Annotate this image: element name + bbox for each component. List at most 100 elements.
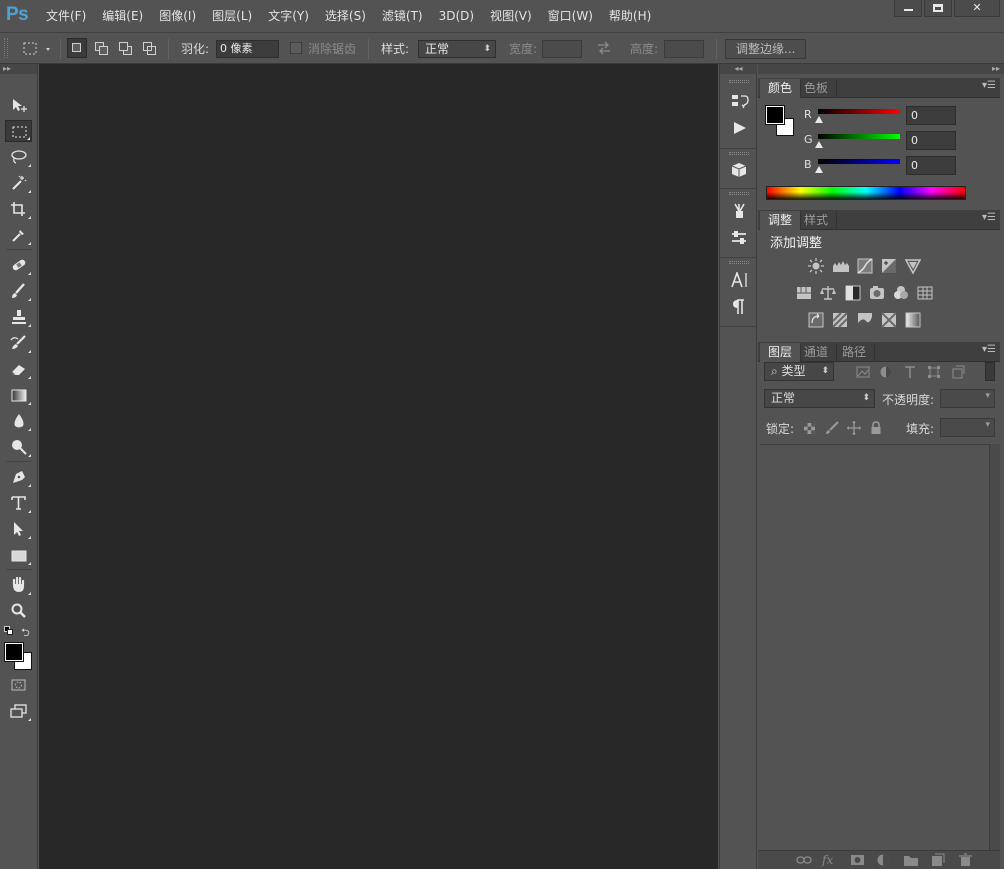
dock-grip[interactable]	[729, 192, 749, 195]
brush-tool[interactable]	[5, 280, 32, 302]
lock-image-pixels-icon[interactable]	[825, 421, 839, 435]
dodge-tool[interactable]	[5, 436, 32, 458]
tab-color[interactable]: 颜色	[760, 79, 802, 98]
tab-adjustments[interactable]: 调整	[760, 211, 802, 230]
r-slider-thumb[interactable]	[815, 116, 823, 123]
maximize-button[interactable]	[924, 0, 952, 17]
dock-collapse-strip[interactable]: ◂◂	[720, 64, 757, 74]
brush-presets-button[interactable]	[726, 199, 752, 223]
dock-grip[interactable]	[729, 80, 749, 83]
smart-object-filter-icon[interactable]	[951, 365, 965, 379]
rectangle-tool[interactable]	[5, 544, 32, 566]
antialias-checkbox[interactable]	[290, 42, 302, 54]
height-input[interactable]	[664, 40, 704, 58]
opacity-input[interactable]: ▾	[940, 389, 995, 408]
menu-layer[interactable]: 图层(L)	[206, 8, 258, 24]
color-panel-foreground-swatch[interactable]	[765, 105, 785, 125]
quick-selection-tool[interactable]	[5, 172, 32, 194]
document-workspace[interactable]	[39, 64, 718, 869]
swap-dimensions-button[interactable]	[596, 41, 612, 58]
zoom-tool[interactable]	[5, 600, 32, 622]
screen-mode-button[interactable]	[5, 700, 32, 722]
subtract-selection-button[interactable]	[115, 38, 135, 58]
new-group-folder-icon[interactable]	[903, 853, 919, 867]
dock-grip[interactable]	[729, 261, 749, 264]
tab-styles[interactable]: 样式	[796, 211, 838, 230]
g-slider[interactable]	[818, 134, 900, 139]
r-slider[interactable]	[818, 109, 900, 114]
width-input[interactable]	[542, 40, 582, 58]
blend-mode-select[interactable]: 正常 ⬍	[764, 389, 875, 408]
3d-panel-button[interactable]	[726, 158, 752, 182]
exposure-icon[interactable]	[880, 258, 898, 274]
lasso-tool[interactable]	[5, 146, 32, 168]
type-tool[interactable]	[5, 492, 32, 514]
options-bar-grip[interactable]	[4, 38, 8, 58]
tab-layers[interactable]: 图层	[760, 343, 802, 362]
levels-icon[interactable]	[831, 258, 849, 274]
fill-input[interactable]: ▾	[940, 418, 995, 437]
history-panel-button[interactable]	[726, 89, 752, 113]
g-slider-thumb[interactable]	[815, 141, 823, 148]
history-brush-tool[interactable]	[5, 332, 32, 354]
panel-menu-icon[interactable]: ▾☰	[982, 80, 996, 91]
lock-transparent-pixels-icon[interactable]	[803, 422, 817, 436]
fx-layer-style-icon[interactable]: fx	[822, 853, 838, 867]
refine-edge-button[interactable]: 调整边缘...	[725, 39, 807, 59]
g-value-input[interactable]: 0	[906, 131, 956, 150]
b-slider-thumb[interactable]	[815, 166, 823, 173]
color-balance-icon[interactable]	[819, 285, 837, 301]
path-selection-tool[interactable]	[5, 518, 32, 540]
marquee-tool[interactable]	[5, 120, 32, 142]
posterize-icon[interactable]	[831, 312, 849, 328]
layers-list[interactable]	[760, 444, 989, 850]
quick-mask-button[interactable]	[5, 674, 32, 696]
vibrance-icon[interactable]	[904, 258, 922, 274]
paragraph-panel-button[interactable]	[726, 295, 752, 319]
b-slider[interactable]	[818, 159, 900, 164]
gradient-map-icon[interactable]	[904, 312, 922, 328]
filter-toggle-switch[interactable]	[985, 362, 995, 381]
minimize-button[interactable]	[894, 0, 922, 17]
menu-window[interactable]: 窗口(W)	[542, 8, 599, 24]
adjustment-layer-filter-icon[interactable]	[879, 365, 893, 379]
hue-saturation-icon[interactable]	[795, 285, 813, 301]
tab-swatches[interactable]: 色板	[796, 79, 838, 98]
feather-input[interactable]: 0 像素	[216, 40, 279, 58]
eyedropper-tool[interactable]	[5, 224, 32, 246]
tool-presets-button[interactable]	[726, 226, 752, 250]
delete-layer-trash-icon[interactable]	[958, 853, 974, 867]
blur-tool[interactable]	[5, 410, 32, 432]
menu-edit[interactable]: 编辑(E)	[96, 8, 149, 24]
invert-icon[interactable]	[807, 312, 825, 328]
add-selection-button[interactable]	[91, 38, 111, 58]
layer-filter-select[interactable]: ⌕ 类型 ⬍	[764, 362, 834, 381]
new-layer-icon[interactable]	[930, 853, 946, 867]
tab-channels[interactable]: 通道	[796, 343, 838, 362]
tab-paths[interactable]: 路径	[834, 343, 876, 362]
curves-icon[interactable]	[856, 258, 874, 274]
menu-image[interactable]: 图像(I)	[153, 8, 202, 24]
swap-colors-icon[interactable]: ⮌	[21, 624, 30, 643]
lock-position-icon[interactable]	[847, 421, 861, 435]
channel-mixer-icon[interactable]	[892, 285, 910, 301]
shape-layer-filter-icon[interactable]	[927, 365, 941, 379]
panel-menu-icon[interactable]: ▾☰	[982, 344, 996, 355]
eraser-tool[interactable]	[5, 358, 32, 380]
selective-color-icon[interactable]	[880, 312, 898, 328]
tools-collapse-strip[interactable]: ▸▸	[0, 64, 37, 74]
lock-all-icon[interactable]	[869, 421, 883, 435]
move-tool[interactable]	[5, 94, 32, 116]
r-value-input[interactable]: 0	[906, 106, 956, 125]
b-value-input[interactable]: 0	[906, 156, 956, 175]
actions-panel-button[interactable]	[726, 116, 752, 140]
close-button[interactable]: ✕	[954, 0, 1000, 17]
healing-brush-tool[interactable]	[5, 254, 32, 276]
menu-view[interactable]: 视图(V)	[484, 8, 538, 24]
pixel-layer-filter-icon[interactable]	[856, 365, 870, 379]
dock-grip[interactable]	[729, 152, 749, 155]
tool-preset-picker[interactable]	[20, 39, 54, 59]
type-layer-filter-icon[interactable]	[903, 365, 917, 379]
menu-file[interactable]: 文件(F)	[40, 8, 92, 24]
crop-tool[interactable]	[5, 198, 32, 220]
